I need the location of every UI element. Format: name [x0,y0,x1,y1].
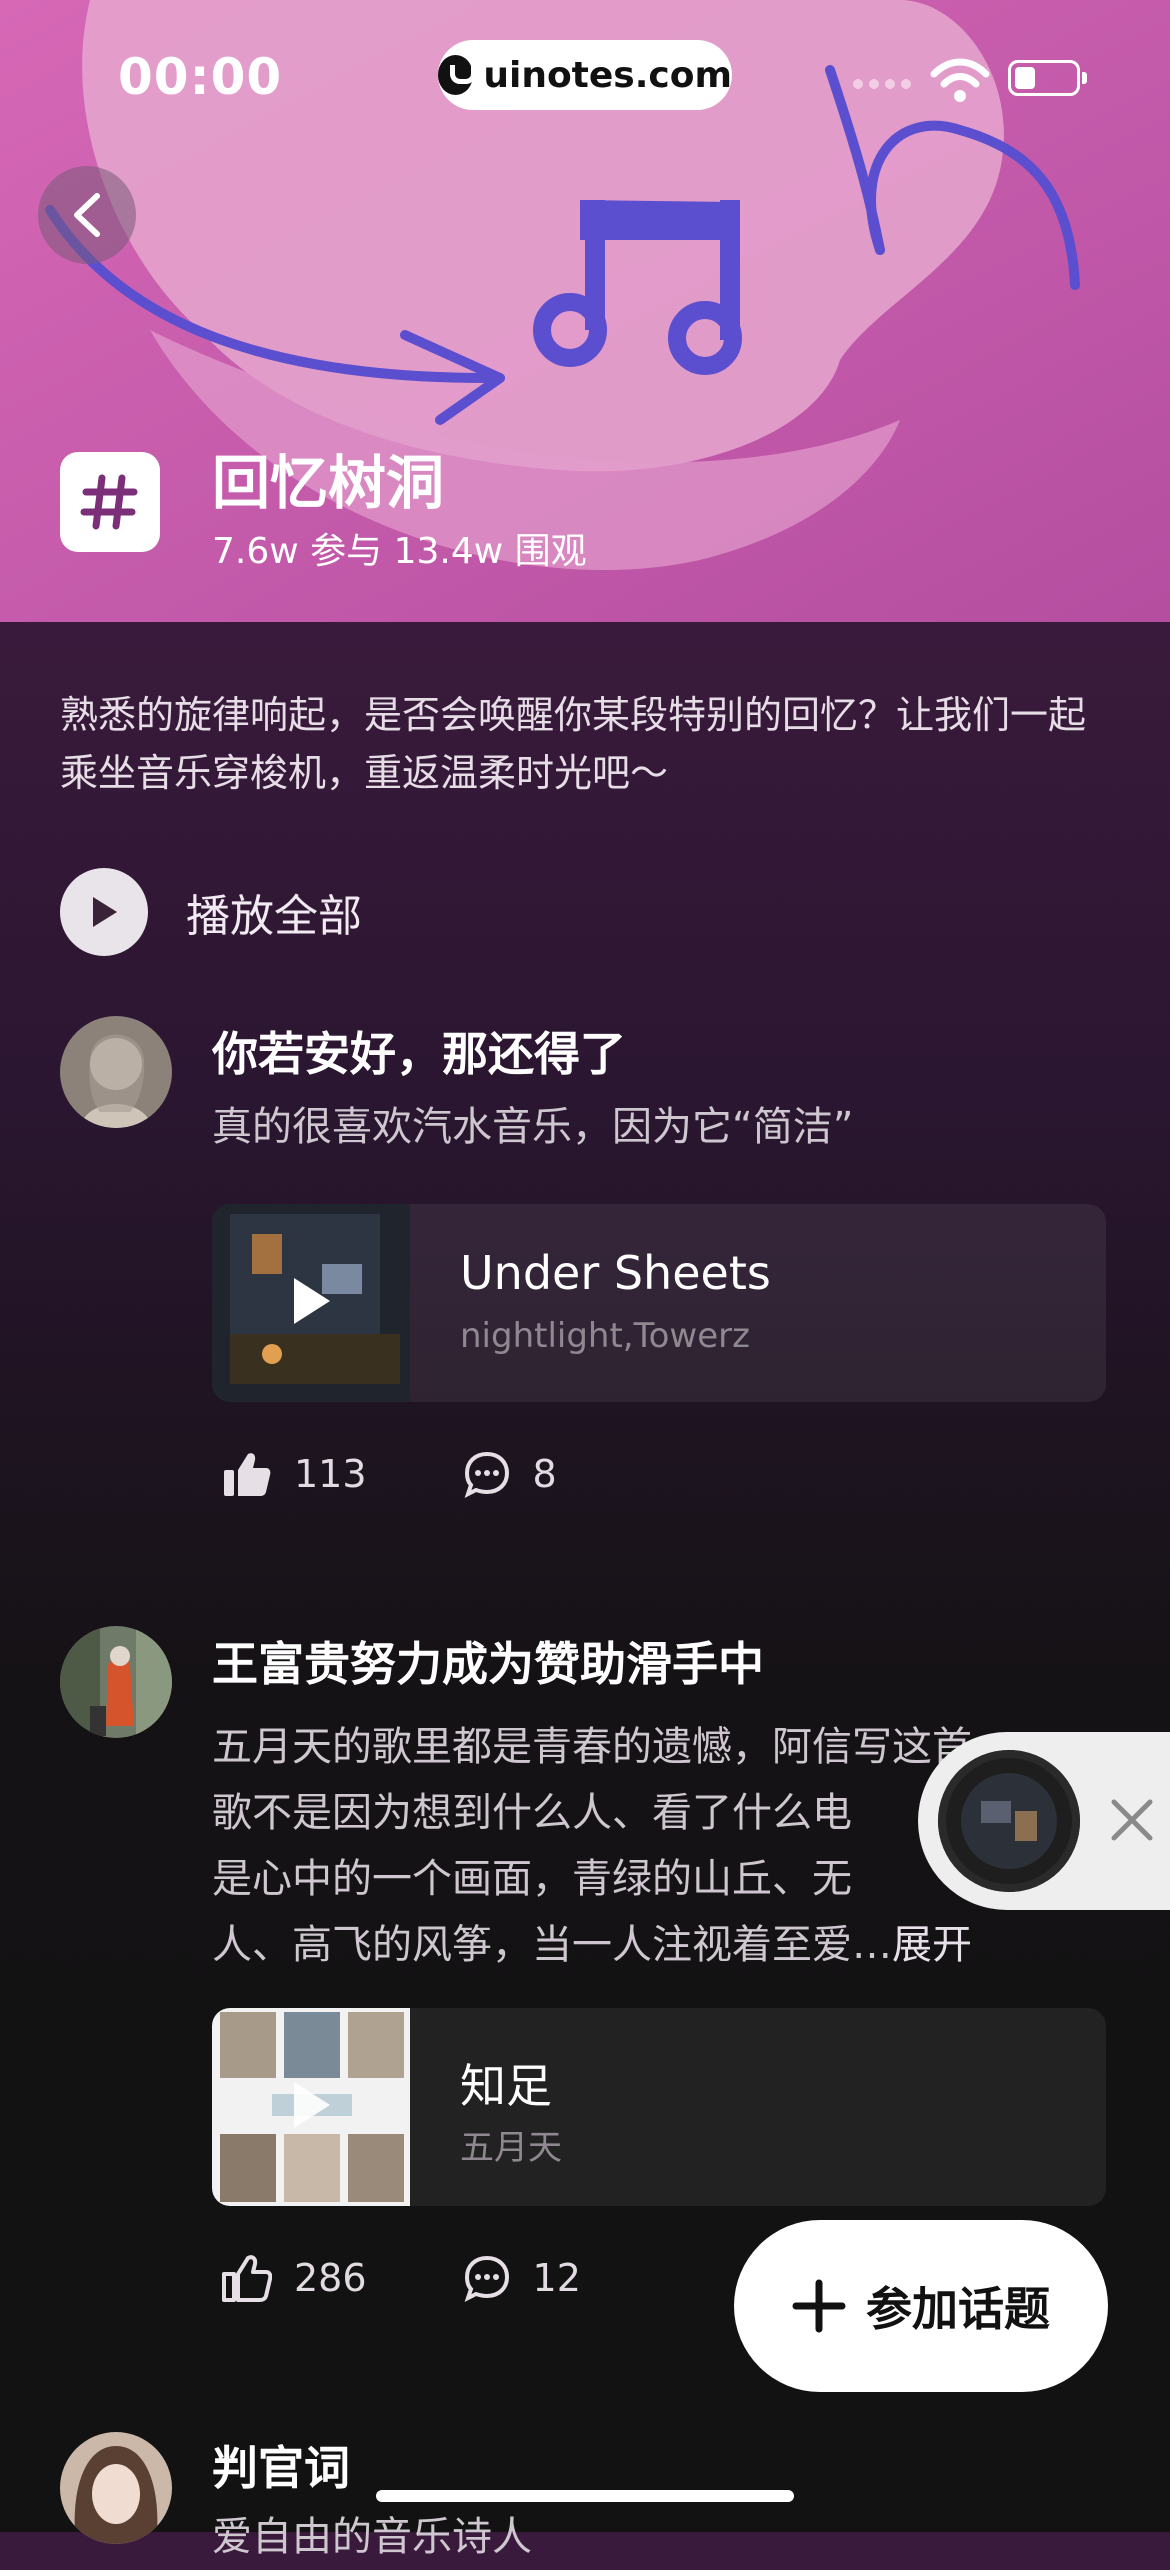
song-card[interactable]: 知足 五月天 [212,2008,1106,2206]
album-art [961,1773,1057,1869]
song-title: Under Sheets [460,1246,771,1300]
song-title: 知足 [460,2059,552,2113]
plus-icon [792,2279,846,2333]
song-card[interactable]: Under Sheets nightlight,Towerz [212,1204,1106,1402]
like-button[interactable]: 286 [222,2254,367,2302]
like-button[interactable]: 113 [222,1450,367,1498]
back-button[interactable] [38,166,136,264]
play-icon [93,897,117,927]
avatar[interactable] [60,1016,172,1128]
thumbs-up-icon [224,1453,271,1496]
join-topic-label: 参加话题 [866,2282,1050,2336]
song-cover [212,1204,410,1402]
post-username[interactable]: 王富贵努力成为赞助滑手中 [212,1628,764,1694]
topic-header: 00:00 uinotes.com 回忆树洞 7.6w 参与 13.4w 围观 [0,0,1170,622]
play-icon[interactable] [290,2078,334,2132]
avatar[interactable] [60,2432,172,2544]
topic-description: 熟悉的旋律响起，是否会唤醒你某段特别的回忆？让我们一起乘坐音乐穿梭机，重返温柔时… [60,693,1087,795]
like-count: 113 [294,1452,367,1496]
topic-title: 回忆树洞 [212,449,445,517]
post-text: 爱自由的音乐诗人 [212,2514,532,2560]
post-text: 真的很喜欢汽水音乐，因为它“简洁” [212,1104,854,1150]
like-count: 286 [294,2256,367,2300]
comment-button[interactable]: 12 [463,2254,581,2302]
hashtag-icon [80,474,138,530]
comment-button[interactable]: 8 [463,1450,557,1498]
battery-icon [1008,60,1087,96]
song-artist: 五月天 [460,2128,562,2168]
thumbs-up-icon [222,2255,272,2302]
topic-stats: 7.6w 参与 13.4w 围观 [212,531,587,572]
comment-icon [464,2255,509,2302]
signal-icon [853,79,911,89]
play-all-button[interactable]: 播放全部 [60,868,362,956]
post-username[interactable]: 判官词 [212,2432,350,2498]
avatar[interactable] [60,1626,172,1738]
close-icon[interactable] [1104,1792,1160,1848]
song-artist: nightlight,Towerz [460,1316,750,1356]
hashtag-badge [60,452,160,552]
mini-player[interactable] [918,1732,1170,1910]
watermark-text: uinotes.com [483,54,732,96]
comment-count: 12 [532,2256,581,2300]
status-time: 00:00 [118,48,283,106]
play-icon[interactable] [290,1274,334,1328]
uinotes-logo-icon [438,55,477,95]
join-topic-button[interactable]: 参加话题 [734,2220,1108,2392]
wifi-icon [930,58,990,102]
comment-icon [464,1451,509,1498]
chevron-left-icon [74,193,100,237]
post-actions: 286 12 [222,2254,581,2302]
post-text-line: 人、高飞的风筝，当一人注视着至爱… [212,1922,892,1968]
watermark-badge: uinotes.com [438,40,732,110]
play-all-label: 播放全部 [186,891,362,942]
post-actions: 113 8 [222,1450,557,1498]
song-cover [212,2008,410,2206]
home-indicator[interactable] [376,2490,794,2502]
post-username[interactable]: 你若安好，那还得了 [212,1018,626,1084]
comment-count: 8 [532,1452,557,1496]
play-circle [60,868,148,956]
mini-player-disc[interactable] [938,1750,1080,1892]
post-text-last-line: 人、高飞的风筝，当一人注视着至爱…展开 [212,1912,1092,1978]
status-bar: 00:00 uinotes.com [0,40,1170,120]
expand-link[interactable]: 展开 [892,1922,972,1968]
